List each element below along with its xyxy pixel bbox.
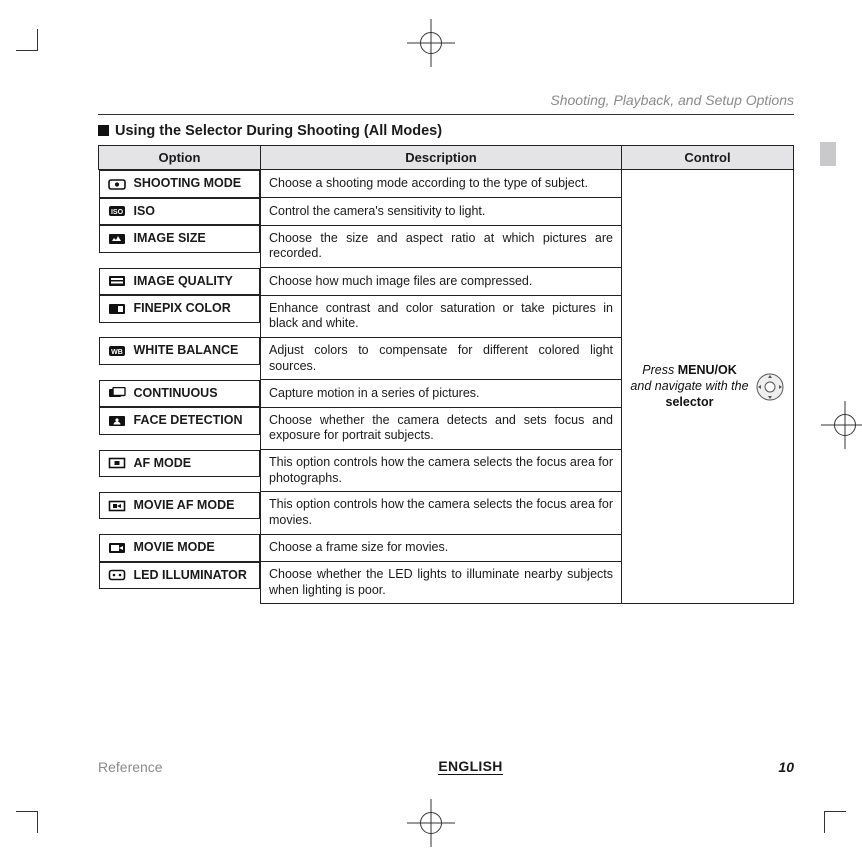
face-detection-icon — [108, 415, 126, 427]
crop-mark — [37, 29, 38, 51]
option-label: WHITE BALANCE — [134, 343, 239, 359]
option-desc: This option controls how the camera sele… — [261, 492, 622, 534]
option-desc: Choose how much image files are compress… — [261, 268, 622, 296]
option-cell: IMAGE QUALITY — [99, 268, 261, 296]
option-cell: IMAGE SIZE — [99, 225, 261, 253]
option-cell: FACE DETECTION — [99, 407, 261, 435]
option-cell: FINEPIX COLOR — [99, 295, 261, 323]
option-cell: MOVIE AF MODE — [99, 492, 261, 520]
option-label: FINEPIX COLOR — [134, 301, 231, 317]
footer-section: Reference — [98, 759, 163, 775]
option-desc: Capture motion in a series of pictures. — [261, 380, 622, 408]
option-label: SHOOTING MODE — [134, 176, 242, 192]
crop-mark — [16, 811, 38, 812]
movie-mode-icon — [108, 542, 126, 554]
option-cell: ISO ISO — [99, 198, 261, 226]
option-cell: WB WHITE BALANCE — [99, 337, 261, 365]
option-label: LED ILLUMINATOR — [134, 568, 247, 584]
option-label: CONTINUOUS — [134, 386, 218, 402]
option-label: MOVIE MODE — [134, 540, 215, 556]
svg-text:WB: WB — [111, 349, 123, 356]
option-label: FACE DETECTION — [134, 413, 243, 429]
col-header-option: Option — [99, 146, 261, 170]
continuous-icon — [108, 387, 126, 399]
crop-mark — [37, 811, 38, 833]
control-cell: Press MENU/OK and navigate with the sele… — [622, 170, 794, 604]
selector-label: selector — [666, 395, 714, 409]
registration-mark-icon — [420, 812, 442, 834]
crop-mark — [16, 50, 38, 51]
footer-language: ENGLISH — [438, 758, 502, 775]
menu-ok-label: MENU/OK — [678, 363, 737, 377]
col-header-control: Control — [622, 146, 794, 170]
option-desc: Choose a shooting mode according to the … — [261, 170, 622, 198]
option-desc: Control the camera's sensitivity to ligh… — [261, 198, 622, 226]
control-text: Press MENU/OK and navigate with the sele… — [630, 363, 749, 410]
white-balance-icon: WB — [108, 345, 126, 357]
movie-af-mode-icon — [108, 500, 126, 512]
option-cell: AF MODE — [99, 450, 261, 478]
finepix-color-icon — [108, 303, 126, 315]
option-desc: Choose whether the LED lights to illumin… — [261, 562, 622, 604]
option-label: AF MODE — [134, 456, 192, 472]
divider — [98, 114, 794, 115]
square-bullet-icon — [98, 125, 109, 136]
option-desc: Choose the size and aspect ratio at whic… — [261, 225, 622, 267]
option-desc: Adjust colors to compensate for differen… — [261, 337, 622, 379]
option-desc: Enhance contrast and color saturation or… — [261, 295, 622, 337]
col-header-description: Description — [261, 146, 622, 170]
option-label: IMAGE SIZE — [134, 231, 206, 247]
option-cell: CONTINUOUS — [99, 380, 261, 408]
selector-wheel-icon — [755, 372, 785, 402]
crop-mark — [824, 811, 846, 812]
page-content: Shooting, Playback, and Setup Options Us… — [98, 92, 794, 604]
camera-mode-icon — [108, 178, 126, 190]
registration-mark-icon — [834, 414, 856, 436]
registration-mark-icon — [420, 32, 442, 54]
crop-mark — [824, 811, 825, 833]
page-number: 10 — [778, 759, 794, 775]
running-head: Shooting, Playback, and Setup Options — [98, 92, 794, 108]
section-title-text: Using the Selector During Shooting (All … — [115, 123, 442, 139]
option-desc: This option controls how the camera sele… — [261, 450, 622, 492]
page-margin-tab — [820, 142, 836, 166]
svg-text:ISO: ISO — [110, 209, 123, 216]
page-footer: Reference ENGLISH 10 — [98, 758, 794, 775]
led-illuminator-icon — [108, 569, 126, 581]
option-label: ISO — [134, 204, 156, 220]
section-title: Using the Selector During Shooting (All … — [98, 123, 794, 139]
options-table: Option Description Control SHOOTING MODE… — [98, 145, 794, 604]
iso-icon: ISO — [108, 205, 126, 217]
option-desc: Choose whether the camera detects and se… — [261, 407, 622, 449]
option-cell: LED ILLUMINATOR — [99, 562, 261, 590]
option-desc: Choose a frame size for movies. — [261, 534, 622, 562]
option-cell: SHOOTING MODE — [99, 170, 261, 198]
image-size-icon — [108, 233, 126, 245]
option-cell: MOVIE MODE — [99, 534, 261, 562]
option-label: IMAGE QUALITY — [134, 274, 233, 290]
option-label: MOVIE AF MODE — [134, 498, 235, 514]
af-mode-icon — [108, 457, 126, 469]
image-quality-icon — [108, 275, 126, 287]
